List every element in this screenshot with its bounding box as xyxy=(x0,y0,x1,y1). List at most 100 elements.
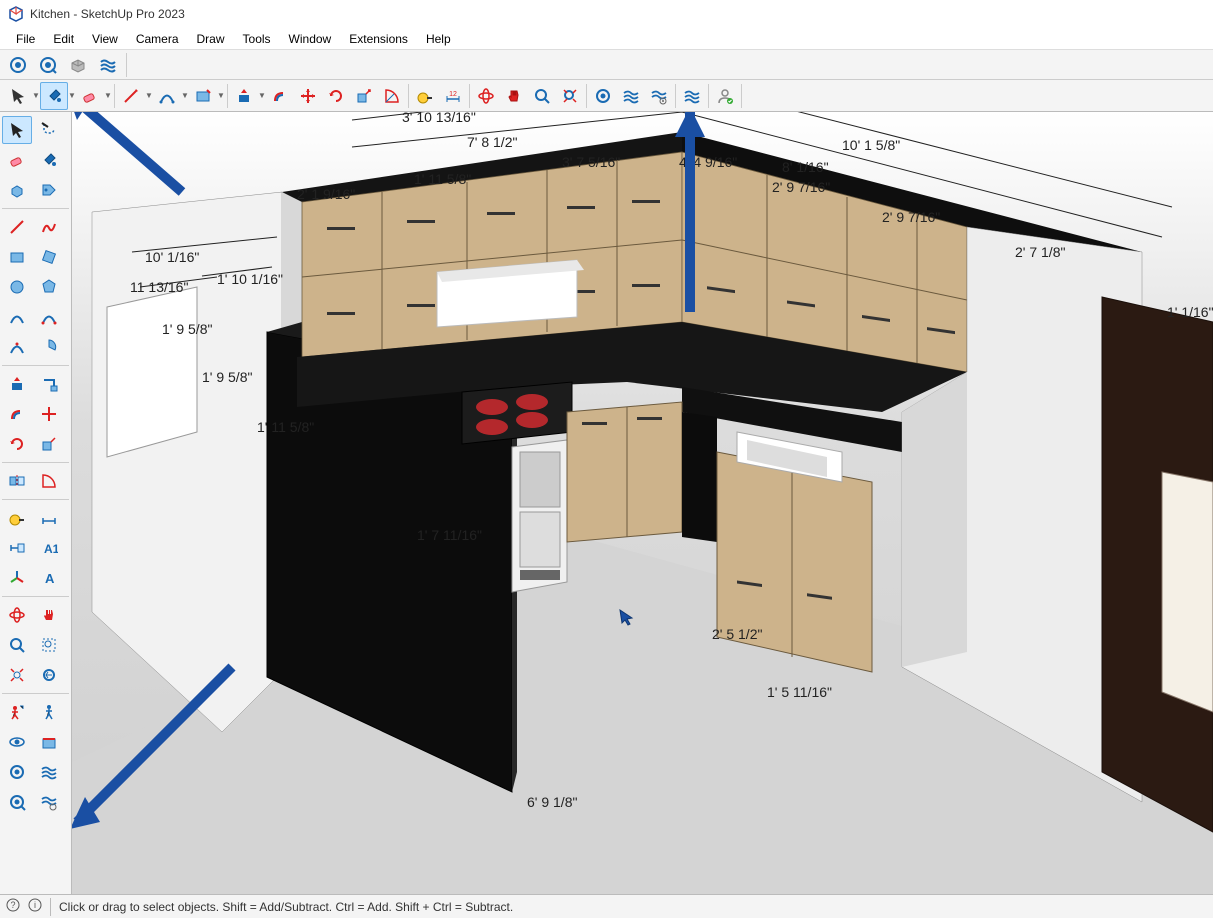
paint-bucket-tool[interactable] xyxy=(34,146,64,174)
info-icon[interactable]: i xyxy=(28,898,42,915)
pushpull-dropdown-caret[interactable]: ▼ xyxy=(258,91,266,100)
move-button[interactable] xyxy=(294,82,322,110)
menu-extensions[interactable]: Extensions xyxy=(341,30,416,48)
scale-tool[interactable] xyxy=(34,430,64,458)
tag-tool[interactable] xyxy=(34,176,64,204)
rotated-rectangle-tool[interactable] xyxy=(34,243,64,271)
rect-dropdown-caret[interactable]: ▼ xyxy=(217,91,225,100)
dimension-button[interactable]: 12 xyxy=(439,82,467,110)
push-pull-button[interactable] xyxy=(230,82,258,110)
paint-dropdown-caret[interactable]: ▼ xyxy=(68,91,76,100)
toolbar-separator xyxy=(227,84,228,108)
look-around-tool[interactable] xyxy=(2,728,32,756)
menu-help[interactable]: Help xyxy=(418,30,459,48)
zoom-tool[interactable] xyxy=(2,631,32,659)
section-plane-tool[interactable]: A xyxy=(34,564,64,592)
previous-view-tool[interactable] xyxy=(34,661,64,689)
position-camera-tool[interactable] xyxy=(2,698,32,726)
line-tool[interactable] xyxy=(2,213,32,241)
menu-tools[interactable]: Tools xyxy=(235,30,279,48)
arc-tool-button[interactable] xyxy=(153,82,181,110)
select-tool-button[interactable] xyxy=(4,82,32,110)
model-viewport[interactable]: 3' 10 13/16" 7' 8 1/2" 10' 1 5/8" 2' 1 9… xyxy=(72,112,1213,894)
flip-tool[interactable] xyxy=(2,467,32,495)
tags-icon-button[interactable] xyxy=(617,82,645,110)
eraser-button[interactable] xyxy=(76,82,104,110)
tape-measure-button[interactable] xyxy=(411,82,439,110)
rectangle-tool[interactable] xyxy=(2,243,32,271)
outliner-side-button[interactable] xyxy=(2,758,32,786)
arc-dropdown-caret[interactable]: ▼ xyxy=(181,91,189,100)
eraser-tool[interactable] xyxy=(2,146,32,174)
tags-panel-button[interactable] xyxy=(678,82,706,110)
protractor-tool[interactable] xyxy=(34,467,64,495)
tags-gear-side-button[interactable] xyxy=(34,788,64,816)
paint-bucket-button[interactable] xyxy=(40,82,68,110)
outliner-button[interactable] xyxy=(4,52,32,78)
pan-button[interactable] xyxy=(500,82,528,110)
menu-file[interactable]: File xyxy=(8,30,43,48)
3pt-arc-tool[interactable] xyxy=(2,333,32,361)
dimension-tool[interactable] xyxy=(34,504,64,532)
tags-side-button[interactable] xyxy=(34,758,64,786)
zoom-extents-button[interactable] xyxy=(556,82,584,110)
dim-label: 1' 7 11/16" xyxy=(417,527,482,543)
line-dropdown-caret[interactable]: ▼ xyxy=(145,91,153,100)
menu-window[interactable]: Window xyxy=(281,30,340,48)
make-component-tool[interactable] xyxy=(2,176,32,204)
tool-separator xyxy=(2,596,69,597)
line-tool-button[interactable] xyxy=(117,82,145,110)
rotate-tool[interactable] xyxy=(2,430,32,458)
zoom-window-tool[interactable] xyxy=(34,631,64,659)
circle-tool[interactable] xyxy=(2,273,32,301)
help-icon[interactable]: ? xyxy=(6,898,20,915)
dim-label: 1' 1/16" xyxy=(1167,304,1213,320)
toolbar-main: ▼ ▼ ▼ ▼ ▼ ▼ ▼ 12 xyxy=(0,80,1213,112)
menu-camera[interactable]: Camera xyxy=(128,30,187,48)
outliner-alt-side-button[interactable] xyxy=(2,788,32,816)
rectangle-tool-button[interactable] xyxy=(189,82,217,110)
push-pull-tool[interactable] xyxy=(2,370,32,398)
eraser-dropdown-caret[interactable]: ▼ xyxy=(104,91,112,100)
outliner-alt-button[interactable] xyxy=(34,52,62,78)
section-tool[interactable] xyxy=(34,728,64,756)
pie-tool[interactable] xyxy=(34,333,64,361)
lasso-tool[interactable] xyxy=(34,116,64,144)
components-button[interactable] xyxy=(64,52,92,78)
svg-text:i: i xyxy=(34,900,36,910)
follow-me-tool[interactable] xyxy=(34,370,64,398)
viewport-canvas[interactable]: 3' 10 13/16" 7' 8 1/2" 10' 1 5/8" 2' 1 9… xyxy=(72,112,1213,894)
toolbar-separator xyxy=(408,84,409,108)
3d-text-tool[interactable]: A1 xyxy=(34,534,64,562)
axes-tool[interactable] xyxy=(2,564,32,592)
orbit-button[interactable] xyxy=(472,82,500,110)
select-dropdown-caret[interactable]: ▼ xyxy=(32,91,40,100)
move-tool[interactable] xyxy=(34,400,64,428)
layers-gear-button[interactable] xyxy=(645,82,673,110)
menu-draw[interactable]: Draw xyxy=(189,30,233,48)
offset-tool[interactable] xyxy=(2,400,32,428)
scale-button[interactable] xyxy=(350,82,378,110)
dim-label: 2' 5 1/2" xyxy=(712,626,762,642)
menu-edit[interactable]: Edit xyxy=(45,30,82,48)
toolbar-separator xyxy=(741,84,742,108)
zoom-button[interactable] xyxy=(528,82,556,110)
pan-tool[interactable] xyxy=(34,601,64,629)
orbit-tool[interactable] xyxy=(2,601,32,629)
text-tool[interactable] xyxy=(2,534,32,562)
outliner-icon-button[interactable] xyxy=(589,82,617,110)
offset-button[interactable] xyxy=(266,82,294,110)
2pt-arc-tool[interactable] xyxy=(34,303,64,331)
menu-view[interactable]: View xyxy=(84,30,126,48)
arc-tool[interactable] xyxy=(2,303,32,331)
tape-measure-tool[interactable] xyxy=(2,504,32,532)
walk-tool[interactable] xyxy=(34,698,64,726)
polygon-tool[interactable] xyxy=(34,273,64,301)
user-account-button[interactable] xyxy=(711,82,739,110)
protractor-button[interactable] xyxy=(378,82,406,110)
select-tool[interactable] xyxy=(2,116,32,144)
rotate-button[interactable] xyxy=(322,82,350,110)
freehand-tool[interactable] xyxy=(34,213,64,241)
zoom-extents-tool[interactable] xyxy=(2,661,32,689)
tags-button[interactable] xyxy=(94,52,122,78)
